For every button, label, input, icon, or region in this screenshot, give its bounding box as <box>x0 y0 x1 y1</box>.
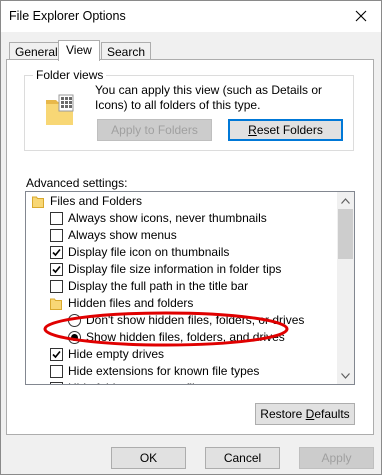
restore-defaults-button[interactable]: Restore Defaults <box>255 403 355 425</box>
restore-defaults-label: Restore Defaults <box>260 407 349 421</box>
tree-item-label: Always show icons, never thumbnails <box>68 211 267 225</box>
tree-checkbox-option[interactable]: Display the full path in the title bar <box>26 278 338 295</box>
title-bar: File Explorer Options <box>1 1 381 32</box>
scroll-up-arrow-icon[interactable] <box>337 192 354 209</box>
tab-view[interactable]: View <box>58 40 100 61</box>
tree-checkbox-option[interactable]: Hide empty drives <box>26 346 338 363</box>
folder-icon <box>50 297 62 310</box>
vertical-scrollbar[interactable] <box>337 192 354 384</box>
tree-radio-option[interactable]: Don't show hidden files, folders, or dri… <box>26 312 338 329</box>
tree-item-label: Files and Folders <box>50 194 143 208</box>
tree-item-label: Display file size information in folder … <box>68 262 282 276</box>
close-icon[interactable] <box>347 3 375 29</box>
tree-item-label: Display file icon on thumbnails <box>68 245 230 259</box>
tree-checkbox-option[interactable]: Always show icons, never thumbnails <box>26 210 338 227</box>
checkbox[interactable] <box>50 280 63 293</box>
restore-defaults-prefix: Restore <box>260 407 306 421</box>
checkbox[interactable] <box>50 348 63 361</box>
checkbox[interactable] <box>50 263 63 276</box>
tab-strip: General View Search <box>1 40 381 61</box>
tree-item-label: Don't show hidden files, folders, or dri… <box>86 313 305 327</box>
radio-button[interactable] <box>68 314 81 327</box>
tree-checkbox-option[interactable]: Display file icon on thumbnails <box>26 244 338 261</box>
tree-item-label: Hide extensions for known file types <box>68 364 260 378</box>
folder-icon <box>32 195 44 208</box>
advanced-settings-tree[interactable]: Files and Folders Always show icons, neve… <box>25 191 355 385</box>
tree-checkbox-option[interactable]: Always show menus <box>26 227 338 244</box>
tree-folder-item: Files and Folders <box>26 193 338 210</box>
checkbox[interactable] <box>50 382 63 384</box>
tree-item-label: Hidden files and folders <box>68 296 194 310</box>
folder-views-legend: Folder views <box>33 68 107 82</box>
checkbox[interactable] <box>50 212 63 225</box>
reset-folders-label: Reset Folders <box>248 123 323 137</box>
tab-general-label: General <box>15 45 58 59</box>
tree-checkbox-option[interactable]: Hide extensions for known file types <box>26 363 338 380</box>
tree-folder-item: Hidden files and folders <box>26 295 338 312</box>
tree-item-label: Display the full path in the title bar <box>68 279 249 293</box>
tree-item-label: Hide empty drives <box>68 347 165 361</box>
tab-search[interactable]: Search <box>101 42 152 60</box>
cancel-button[interactable]: Cancel <box>205 447 280 469</box>
checkbox[interactable] <box>50 229 63 242</box>
tree-item-label: Always show menus <box>68 228 177 242</box>
tree-checkbox-option[interactable]: Hide folder merge conflicts <box>26 380 338 384</box>
window-title: File Explorer Options <box>9 9 126 23</box>
tree-checkbox-option[interactable]: Display file size information in folder … <box>26 261 338 278</box>
apply-to-folders-label: Apply to Folders <box>111 123 198 137</box>
tab-view-label: View <box>66 43 92 57</box>
reset-folders-button[interactable]: Reset Folders <box>228 119 343 141</box>
apply-to-folders-button[interactable]: Apply to Folders <box>97 119 212 141</box>
apply-label: Apply <box>321 451 352 465</box>
tab-general[interactable]: General <box>9 42 64 60</box>
scroll-down-arrow-icon[interactable] <box>337 367 354 384</box>
advanced-settings-label: Advanced settings: <box>26 176 128 190</box>
tree-item-label: Show hidden files, folders, and drives <box>86 330 285 344</box>
folder-views-description: You can apply this view (such as Details… <box>95 83 323 112</box>
radio-button[interactable] <box>68 331 81 344</box>
checkbox[interactable] <box>50 365 63 378</box>
reset-folders-accel: R <box>248 123 257 137</box>
tree-radio-option[interactable]: Show hidden files, folders, and drives <box>26 329 338 346</box>
restore-defaults-rest: efaults <box>314 407 350 421</box>
file-explorer-options-dialog: File Explorer Options General View Searc… <box>0 0 382 475</box>
ok-button[interactable]: OK <box>111 447 186 469</box>
apply-button[interactable]: Apply <box>299 447 374 469</box>
tab-search-label: Search <box>107 45 146 59</box>
checkbox[interactable] <box>50 246 63 259</box>
ok-label: OK <box>139 451 158 465</box>
tree-item-label: Hide folder merge conflicts <box>68 380 210 384</box>
scrollbar-thumb[interactable] <box>338 209 353 259</box>
reset-folders-label-rest: eset Folders <box>256 123 323 137</box>
radio-selected-dot <box>71 334 78 341</box>
cancel-label: Cancel <box>223 451 262 465</box>
folder-views-icon <box>45 93 79 127</box>
